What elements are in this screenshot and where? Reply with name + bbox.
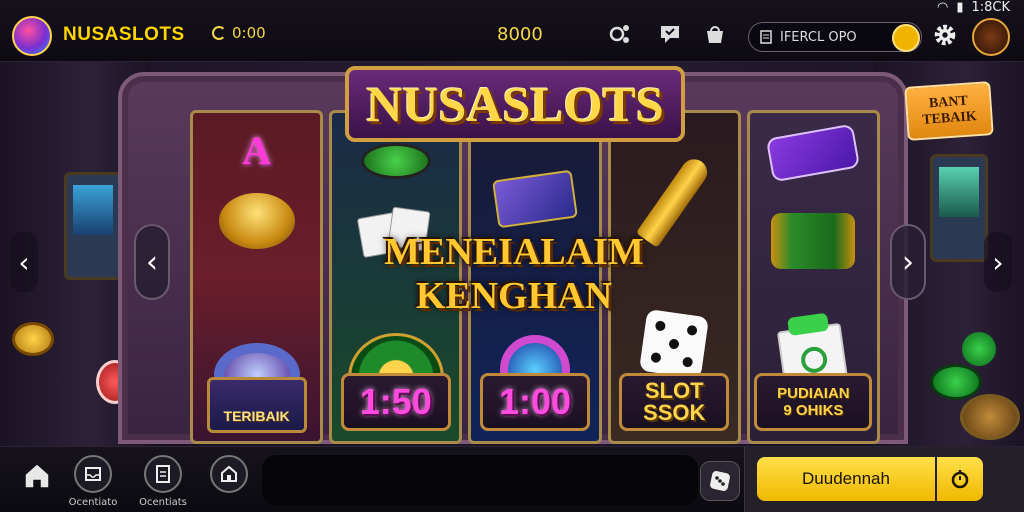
chip-icon [960,394,1020,440]
nav-inbox[interactable]: Ocentiato [66,455,120,508]
slot-badge-line2: SSOK [643,400,706,425]
top-bar: NUSASLOTS 0:00 8000 IFERCL OPO ◠ ▮ 1:8CK [0,0,1024,62]
arcade-machine-right [930,154,988,262]
poker-chip-symbol [360,143,431,179]
chevron-right-icon: › [992,245,1004,279]
settings-icon[interactable] [932,22,958,48]
nav-documents-label: Ocentiats [139,497,187,508]
chip-icon [930,364,982,400]
random-game-button[interactable] [700,461,740,501]
store-icon [210,455,248,493]
payout-value: 1:00 [498,381,572,422]
coin-icon[interactable] [892,24,920,52]
wifi-icon: ◠ [936,0,949,15]
nav-store[interactable] [202,455,256,493]
reel-next-button[interactable]: › [890,224,926,300]
dice-symbol [639,308,710,380]
cta-timer-button[interactable] [937,457,983,501]
game-banner: MENEIALAIM KENGHAN [384,231,644,317]
bonus-badge: PUDIAIAN 9 OHIKS [754,373,873,431]
share-icon[interactable] [608,22,632,46]
slot-badge: SLOT SSOK [619,373,730,431]
arcade-machine-left [64,172,122,280]
slot-badge-line1: SLOT [644,378,704,403]
chat-icon[interactable] [658,22,682,46]
nav-documents[interactable]: Ocentiats [136,455,190,508]
chevron-left-icon: ‹ [18,245,30,279]
chip-icon [962,332,996,366]
battery-icon: ▮ [956,0,964,15]
chevron-left-icon: ‹ [146,244,158,280]
app-logo[interactable] [12,16,52,56]
message-bar[interactable] [262,455,698,505]
coin-stack-symbol [218,193,295,249]
game-title: NUSASLOTS [345,66,685,142]
timer-icon [212,26,226,40]
reel-badge-label: TERIBAIK [223,408,290,424]
bag-icon[interactable] [703,22,727,46]
chip-icon [12,322,54,356]
payout-value: 1:50 [359,381,432,422]
payout-badge: 1:00 [480,373,590,431]
carousel-prev-button[interactable]: ‹ [10,232,38,292]
timer-value: 0:00 [232,24,266,42]
status-time: 1:8CK [971,0,1010,15]
bottom-bar: Ocentiato Ocentiats Duudennah [0,446,1024,512]
home-icon [25,464,49,488]
reel-5: PUDIAIAN 9 OHIKS [746,110,881,444]
scroll-symbol [771,213,856,269]
candy-symbol [766,123,861,183]
payout-badge: 1:50 [340,373,451,431]
reel-badge: TERIBAIK [206,377,307,433]
bonus-badge-line2: 9 OHIKS [783,402,844,419]
balance-value: 8000 [497,24,543,45]
promo-tag[interactable]: BANT TEBAIK [904,81,994,141]
dice-icon [710,471,730,491]
avatar[interactable] [972,18,1010,56]
timer: 0:00 [212,24,266,42]
search-placeholder: IFERCL OPO [780,29,857,45]
carousel-next-button[interactable]: › [984,232,1012,292]
cta-button[interactable]: Duudennah [757,457,935,501]
treasure-box-symbol [492,169,578,229]
game-stage: A TERIBAIK 1:50 1:00 SLOT SSOK PUDIAIAN … [0,62,1024,446]
chevron-right-icon: › [902,244,914,280]
document-icon [760,30,772,44]
promo-tag-line2: TEBAIK [921,109,978,128]
timer-icon [951,470,969,489]
inbox-icon [74,455,112,493]
reel-prev-button[interactable]: ‹ [134,224,170,300]
cta-panel: Duudennah [744,447,1024,512]
nav-home[interactable] [10,455,64,495]
document-icon [144,455,182,493]
nav-inbox-label: Ocentiato [68,497,118,508]
bonus-badge-line1: PUDIAIAN [777,385,850,402]
status-bar: ◠ ▮ 1:8CK [937,0,1010,15]
brand-name: NUSASLOTS [63,24,185,45]
letter-a-symbol: A [242,128,272,173]
